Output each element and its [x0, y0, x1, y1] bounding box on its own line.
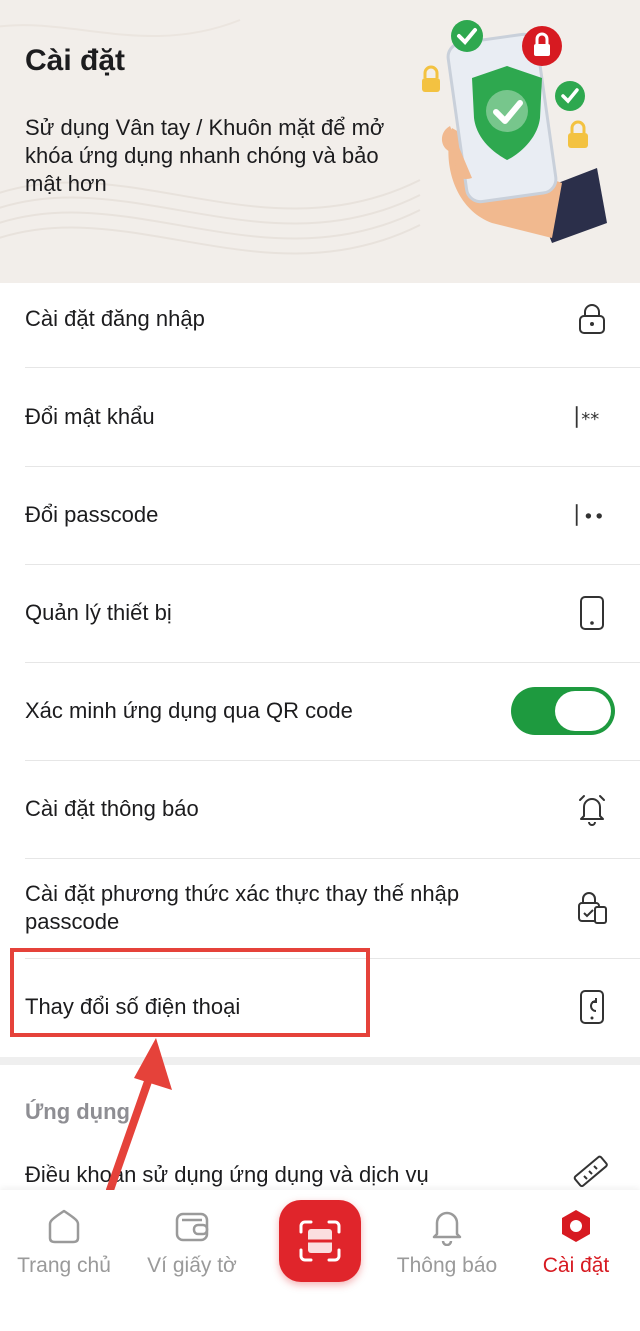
home-icon: [48, 1209, 80, 1244]
phone-device-icon: [574, 595, 610, 631]
setting-login-label: Cài đặt đăng nhập: [25, 306, 205, 331]
nav-notifications[interactable]: Thông báo: [387, 1206, 507, 1278]
bell-icon: [574, 791, 610, 827]
nav-settings[interactable]: Cài đặt: [516, 1206, 636, 1278]
setting-qr-verification-label: Xác minh ứng dụng qua QR code: [25, 698, 353, 723]
setting-notifications-label: Cài đặt thông báo: [25, 796, 199, 821]
setting-alternative-auth-label: Cài đặt phương thức xác thực thay thế nh…: [25, 881, 460, 934]
toggle-knob: [555, 691, 611, 731]
page-title: Cài đặt: [25, 44, 126, 77]
nav-home-label: Trang chủ: [17, 1254, 111, 1277]
setting-login[interactable]: Cài đặt đăng nhập: [0, 270, 640, 368]
nav-settings-label: Cài đặt: [542, 1254, 610, 1277]
bottom-nav: Trang chủ Ví giấy tờ Thông báo Cài đặt: [0, 1190, 640, 1331]
settings-hex-icon: [562, 1210, 590, 1242]
setting-device-management-label: Quản lý thiết bị: [25, 600, 172, 625]
nav-wallet[interactable]: Ví giấy tờ: [132, 1206, 252, 1278]
settings-header: Cài đặt Sử dụng Vân tay / Khuôn mặt để m…: [0, 0, 640, 283]
passcode-icon: [574, 497, 610, 533]
security-phone-illustration: [422, 20, 607, 243]
svg-text:**: **: [581, 409, 599, 430]
phone-change-icon: [574, 989, 610, 1025]
nav-home[interactable]: Trang chủ: [4, 1206, 124, 1278]
wallet-icon: [175, 1212, 209, 1242]
auth-method-icon: [574, 890, 610, 926]
setting-notifications[interactable]: Cài đặt thông báo: [0, 760, 640, 858]
page-subtitle: Sử dụng Vân tay / Khuôn mặt để mở khóa ứ…: [25, 115, 385, 196]
setting-terms-of-use[interactable]: Điều khoản sử dụng ứng dụng và dịch vụ: [25, 1162, 545, 1190]
setting-change-password[interactable]: Đổi mật khẩu **: [0, 368, 640, 466]
scan-icon: [299, 1220, 341, 1262]
setting-change-passcode-label: Đổi passcode: [25, 502, 159, 527]
bell-icon: [432, 1211, 462, 1246]
setting-device-management[interactable]: Quản lý thiết bị: [0, 564, 640, 662]
nav-notifications-label: Thông báo: [396, 1254, 498, 1277]
setting-change-phone-number-label: Thay đổi số điện thoại: [25, 994, 241, 1019]
setting-alternative-auth[interactable]: Cài đặt phương thức xác thực thay thế nh…: [0, 858, 640, 958]
ruler-icon: [570, 1152, 610, 1192]
setting-change-password-label: Đổi mật khẩu: [25, 404, 155, 429]
section-separator: [0, 1057, 640, 1065]
nav-wallet-label: Ví giấy tờ: [147, 1254, 237, 1277]
lock-icon: [574, 301, 610, 337]
setting-qr-verification: Xác minh ứng dụng qua QR code: [0, 662, 640, 760]
setting-change-phone-number[interactable]: Thay đổi số điện thoại: [0, 958, 640, 1056]
setting-change-passcode[interactable]: Đổi passcode: [0, 466, 640, 564]
section-title-apps: Ứng dụng: [25, 1099, 130, 1124]
qr-verification-toggle[interactable]: [511, 687, 615, 735]
password-icon: **: [574, 399, 610, 435]
scan-button[interactable]: [279, 1200, 361, 1282]
